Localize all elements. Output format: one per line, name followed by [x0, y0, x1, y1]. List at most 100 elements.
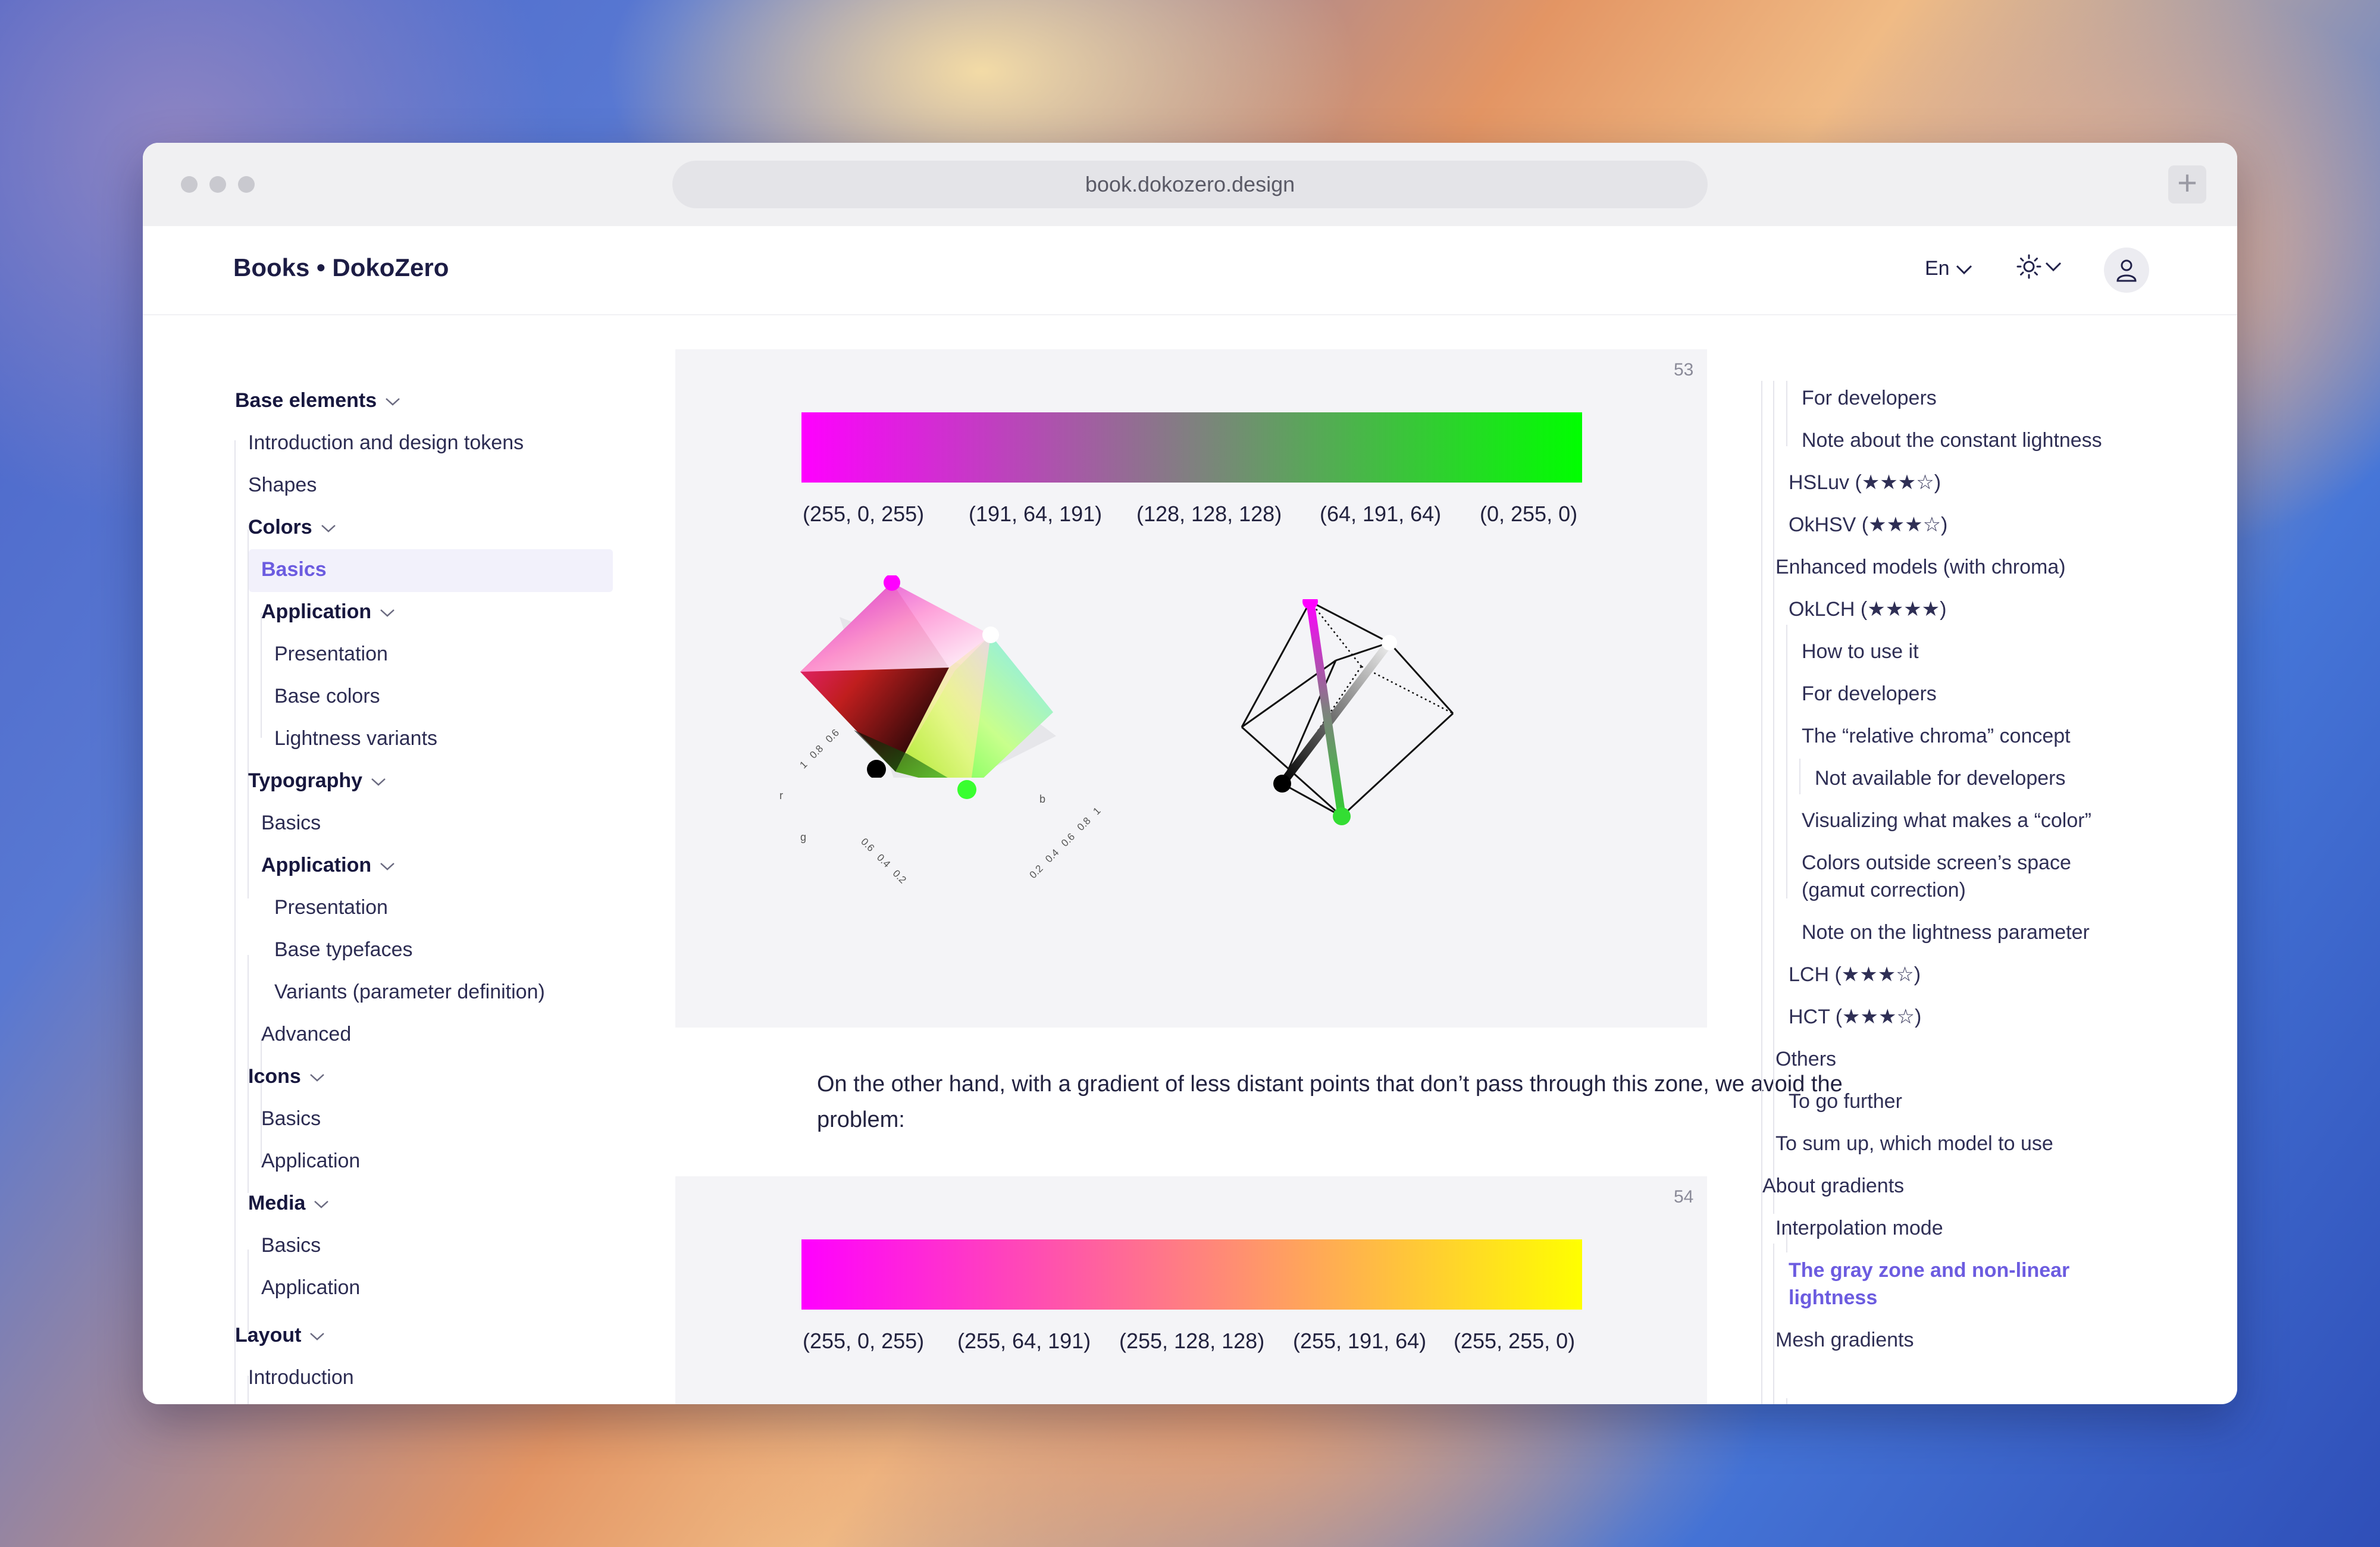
toc-others[interactable]: Others — [1775, 1045, 1836, 1073]
toc-for-developers[interactable]: For developers — [1802, 680, 1937, 707]
toc-guide-line — [1773, 381, 1774, 1214]
toc-relative-chroma[interactable]: The “relative chroma” concept — [1802, 722, 2071, 750]
language-label: En — [1925, 257, 1950, 280]
nav-typo-application[interactable]: Application — [261, 854, 395, 877]
white-point — [982, 627, 999, 643]
gradient-label: (128, 128, 128) — [1136, 502, 1282, 526]
gradient-label: (255, 191, 64) — [1293, 1329, 1427, 1353]
gradient-label: (255, 255, 0) — [1454, 1329, 1576, 1353]
toc-note-constant-lightness[interactable]: Note about the constant lightness — [1802, 427, 2102, 454]
cube-axis-r: r — [779, 790, 783, 801]
nav-media-application[interactable]: Application — [261, 1276, 360, 1299]
toc-lch[interactable]: LCH (★★★☆) — [1789, 961, 1921, 988]
chevron-down-icon — [1956, 265, 1972, 275]
toc-guide-line — [1799, 759, 1800, 794]
chevron-down-icon — [310, 1333, 325, 1341]
nav-icons-basics[interactable]: Basics — [261, 1107, 321, 1130]
nav-shapes[interactable]: Shapes — [248, 474, 317, 497]
brand-logo[interactable]: Books • DokoZero — [233, 253, 449, 282]
toc-guide-line — [1786, 625, 1787, 898]
gradient-label: (64, 191, 64) — [1320, 502, 1442, 526]
toc-guide-line — [1761, 381, 1762, 1404]
chevron-down-icon — [371, 778, 386, 786]
nav-colors-basics[interactable]: Basics — [261, 558, 327, 581]
toc-enhanced-models[interactable]: Enhanced models (with chroma) — [1775, 553, 2066, 581]
browser-toolbar: book.dokozero.design + — [143, 143, 2237, 226]
zoom-window-dot[interactable] — [238, 176, 255, 193]
nav-typo-basics[interactable]: Basics — [261, 812, 321, 835]
nav-media[interactable]: Media — [248, 1192, 329, 1215]
nav-colors-base-colors[interactable]: Base colors — [274, 685, 380, 708]
gradient-label: (0, 255, 0) — [1480, 502, 1578, 526]
toc-about-gradients[interactable]: About gradients — [1762, 1172, 1904, 1200]
nav-typo-variants[interactable]: Variants (parameter definition) — [274, 981, 545, 1004]
nav-typo-presentation[interactable]: Presentation — [274, 896, 388, 919]
cube-axis-ticks: 0.6 0.4 0.2 — [859, 835, 909, 886]
nav-colors-lightness-variants[interactable]: Lightness variants — [274, 727, 437, 750]
sun-icon — [2016, 254, 2041, 279]
toc-hsluv[interactable]: HSLuv (★★★☆) — [1789, 469, 1941, 496]
toc-to-sum-up[interactable]: To sum up, which model to use — [1775, 1130, 2053, 1157]
cube-axis-g: g — [800, 831, 807, 843]
toc-gray-zone-active[interactable]: The gray zone and non-linear lightness — [1789, 1257, 2069, 1311]
toc-guide-line — [1786, 381, 1787, 446]
chevron-down-icon — [314, 1201, 329, 1208]
toc-to-go-further[interactable]: To go further — [1789, 1088, 1902, 1115]
nav-typography[interactable]: Typography — [248, 769, 386, 793]
language-selector[interactable]: En — [1925, 257, 1973, 280]
address-bar[interactable]: book.dokozero.design — [672, 161, 1708, 208]
toc-mesh-gradients[interactable]: Mesh gradients — [1775, 1326, 1914, 1354]
toc-colors-outside-line2: (gamut correction) — [1802, 879, 1966, 901]
nav-colors-presentation[interactable]: Presentation — [274, 643, 388, 666]
black-point — [867, 760, 886, 778]
rgb-cube-wireframe — [1241, 599, 1454, 825]
toc-interpolation-mode[interactable]: Interpolation mode — [1775, 1214, 1943, 1242]
toc-visualizing[interactable]: Visualizing what makes a “color” — [1802, 807, 2091, 834]
browser-window: book.dokozero.design + Books • DokoZero … — [143, 143, 2237, 1404]
nav-guide-line — [261, 613, 262, 738]
user-icon — [2116, 259, 2137, 282]
gradient-label: (191, 64, 191) — [969, 502, 1103, 526]
toc-okhsv[interactable]: OkHSV (★★★☆) — [1789, 511, 1947, 538]
nav-intro-tokens[interactable]: Introduction and design tokens — [248, 431, 524, 455]
toc-not-available[interactable]: Not available for developers — [1815, 765, 2065, 792]
toc-for-developers[interactable]: For developers — [1802, 384, 1937, 412]
figure-54: 54 (255, 0, 255) (255, 64, 191) (255, 12… — [675, 1176, 1707, 1404]
toc-oklch[interactable]: OkLCH (★★★★) — [1789, 596, 1946, 623]
gradient-label: (255, 64, 191) — [957, 1329, 1091, 1353]
chevron-down-icon — [380, 609, 394, 617]
toc-how-to-use[interactable]: How to use it — [1802, 638, 1919, 665]
toc-colors-outside[interactable]: Colors outside screen’s space (gamut cor… — [1802, 849, 2071, 904]
toc-colors-outside-line1: Colors outside screen’s space — [1802, 851, 2071, 874]
nav-icons-application[interactable]: Application — [261, 1150, 360, 1173]
figure-53: 53 (255, 0, 255) (191, 64, 191) (128, 12… — [675, 349, 1707, 1028]
gradient-label: (255, 0, 255) — [803, 1329, 925, 1353]
close-window-dot[interactable] — [181, 176, 198, 193]
nav-typo-advanced[interactable]: Advanced — [261, 1023, 351, 1046]
cube-axis-b: b — [1039, 793, 1046, 805]
theme-selector[interactable] — [2016, 253, 2062, 280]
gradient-label: (255, 128, 128) — [1119, 1329, 1265, 1353]
nav-typo-base-typefaces[interactable]: Base typefaces — [274, 938, 412, 962]
nav-colors[interactable]: Colors — [248, 516, 336, 539]
toc-guide-line — [1786, 1398, 1787, 1404]
gradient-bar — [801, 1239, 1582, 1310]
gradient-label: (255, 0, 255) — [803, 502, 925, 526]
nav-layout-introduction[interactable]: Introduction — [248, 1366, 354, 1389]
figure-number: 53 — [1674, 360, 1694, 380]
toc-gray-zone-line1: The gray zone and non-linear — [1789, 1259, 2070, 1282]
nav-guide-line — [261, 1038, 262, 1163]
user-avatar-button[interactable] — [2104, 248, 2149, 293]
toc-note-lightness[interactable]: Note on the lightness parameter — [1802, 919, 2090, 946]
nav-icons[interactable]: Icons — [248, 1065, 325, 1088]
nav-layout[interactable]: Layout — [235, 1324, 325, 1347]
nav-guide-line — [234, 440, 236, 1404]
chevron-down-icon — [386, 398, 400, 406]
nav-base-elements[interactable]: Base elements — [235, 389, 400, 412]
new-tab-plus-icon[interactable]: + — [2168, 165, 2206, 203]
minimize-window-dot[interactable] — [209, 176, 226, 193]
nav-media-basics[interactable]: Basics — [261, 1234, 321, 1257]
figure-number: 54 — [1674, 1187, 1694, 1207]
toc-hct[interactable]: HCT (★★★☆) — [1789, 1003, 1921, 1031]
nav-colors-application[interactable]: Application — [261, 600, 395, 624]
